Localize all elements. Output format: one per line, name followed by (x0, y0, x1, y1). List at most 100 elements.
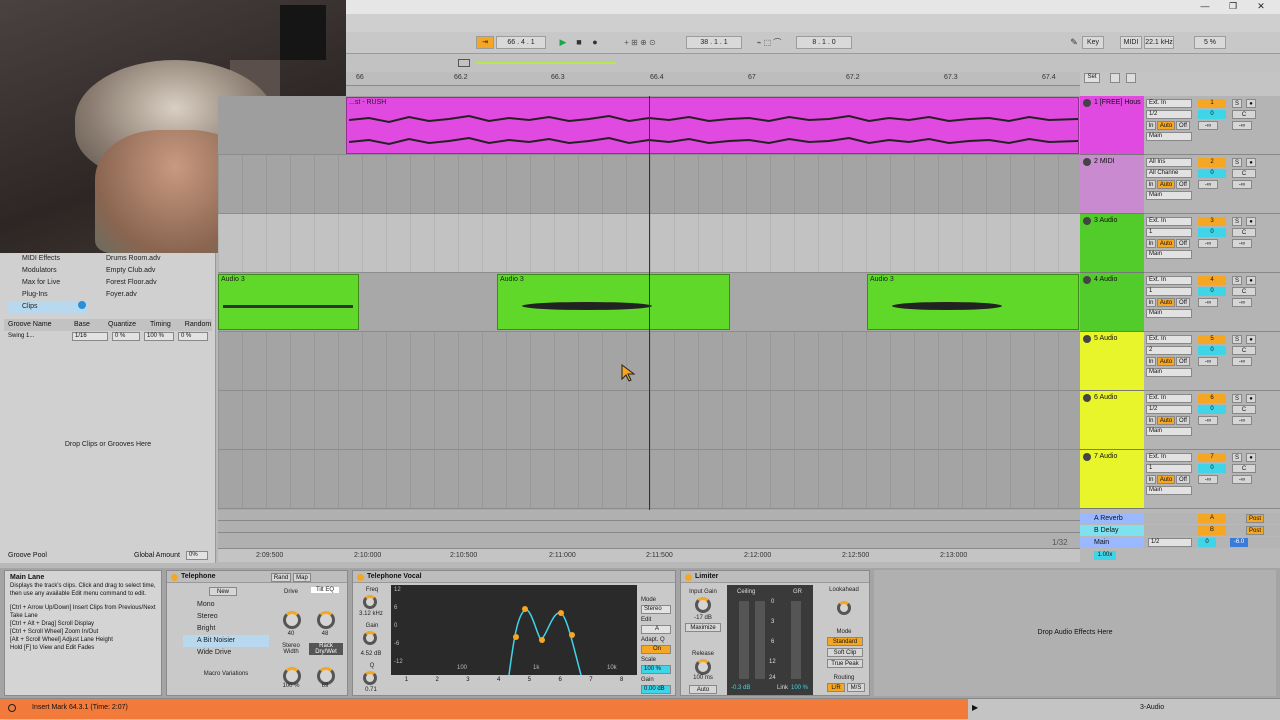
list-item[interactable]: A Bit Noisier (183, 635, 269, 647)
lookahead-knob[interactable] (837, 601, 851, 615)
arm-button[interactable]: ● (1246, 99, 1256, 108)
audio-clip[interactable]: Audio 3 (867, 274, 1079, 330)
master-channel[interactable]: 1/2 (1148, 538, 1192, 547)
places-item[interactable]: Plug-Ins (8, 289, 88, 301)
volume-field[interactable]: 0 (1198, 346, 1226, 355)
input-channel-select[interactable]: 2 (1146, 346, 1192, 355)
monitor-in-button[interactable]: In (1146, 239, 1156, 248)
device-power-icon[interactable] (357, 574, 364, 581)
record-icon[interactable]: ● (588, 36, 602, 49)
arm-button[interactable]: ● (1246, 158, 1256, 167)
track-header[interactable]: 7 Audio (1080, 450, 1144, 509)
arm-button[interactable]: ● (1246, 276, 1256, 285)
solo-button[interactable]: S (1232, 99, 1242, 108)
send-field[interactable]: -∞ (1232, 416, 1252, 425)
scale-value[interactable]: 100 % (641, 665, 671, 674)
maximize-button[interactable]: Maximize (685, 623, 721, 632)
overview-handle[interactable] (458, 59, 470, 67)
volume-field[interactable]: 0 (1198, 287, 1226, 296)
audio-clip[interactable]: Audio 3 (218, 274, 359, 330)
master-track-header[interactable]: Main (1080, 537, 1144, 548)
arrangement-position[interactable]: 66 . 4 . 1 (496, 36, 546, 49)
track-activator[interactable]: 3 (1198, 217, 1226, 226)
device-power-icon[interactable] (171, 574, 178, 581)
arrangement-view[interactable]: ...st - RUSH Audio 3 Audio 3 Audio 3 (218, 96, 1080, 510)
input-type-select[interactable]: Ext. In (1146, 276, 1192, 285)
link-value[interactable]: 100 % (791, 685, 808, 691)
track-name[interactable]: 7 Audio (1094, 453, 1117, 460)
band-button[interactable]: 5 (528, 677, 531, 693)
send-field[interactable]: -∞ (1198, 298, 1218, 307)
fold-icon[interactable] (1083, 276, 1091, 284)
send-field[interactable]: -∞ (1232, 180, 1252, 189)
track-name[interactable]: 4 Audio (1094, 276, 1117, 283)
monitor-off-button[interactable]: Off (1176, 121, 1190, 130)
rand-button[interactable]: Rand (271, 573, 291, 582)
arm-button[interactable]: ● (1246, 453, 1256, 462)
freq-knob[interactable] (363, 595, 377, 609)
volume-field[interactable]: 0 (1198, 228, 1226, 237)
send-field[interactable]: -∞ (1198, 121, 1218, 130)
volume-field[interactable]: 0 (1198, 169, 1226, 178)
rack-dry-wet-label[interactable]: Rack Dry/Wet (309, 643, 343, 655)
track-activator[interactable]: 4 (1198, 276, 1226, 285)
global-amount-field[interactable]: 0% (186, 551, 208, 560)
pan-field[interactable]: C (1232, 287, 1256, 296)
arm-button[interactable]: ● (1246, 217, 1256, 226)
places-item[interactable]: Clips (8, 301, 88, 313)
routing-lr-button[interactable]: L/R (827, 683, 845, 692)
list-item[interactable]: Mono (183, 599, 269, 611)
play-icon[interactable]: ▶ (556, 36, 570, 49)
track-header[interactable]: 6 Audio (1080, 391, 1144, 450)
routing-ms-button[interactable]: M/S (847, 683, 865, 692)
loop-start[interactable]: 38 . 1 . 1 (686, 36, 742, 49)
time-ruler[interactable]: 2:09:500 2:10:000 2:10:500 2:11:000 2:11… (218, 548, 1080, 562)
lock-icon[interactable] (1126, 73, 1136, 83)
zoom-field[interactable]: 1.00x (1094, 551, 1116, 560)
solo-button[interactable]: S (1232, 276, 1242, 285)
map-button[interactable]: Map (293, 573, 311, 582)
track-header[interactable]: 4 Audio (1080, 273, 1144, 332)
groove-base[interactable]: 1/16 (72, 332, 108, 341)
eq-edit-value[interactable]: A (641, 625, 671, 634)
fold-icon[interactable] (1083, 158, 1091, 166)
solo-button[interactable]: S (1232, 217, 1242, 226)
eq-mode-select[interactable]: Stereo (641, 605, 671, 614)
monitor-auto-button[interactable]: Auto (1157, 239, 1175, 248)
list-item[interactable]: Wide Drive (183, 647, 269, 659)
q-knob[interactable] (363, 671, 377, 685)
beat-ruler[interactable]: 66 66.2 66.3 66.4 67 67.2 67.3 67.4 (346, 72, 1080, 86)
monitor-in-button[interactable]: In (1146, 121, 1156, 130)
places-item[interactable]: Modulators (8, 265, 88, 277)
solo-button[interactable]: S (1232, 335, 1242, 344)
input-channel-select[interactable]: 1/2 (1146, 110, 1192, 119)
close-icon[interactable]: ✕ (1254, 1, 1268, 13)
return-track-header[interactable]: A Reverb (1080, 513, 1144, 524)
overview-strip[interactable] (346, 54, 1280, 72)
send-field[interactable]: -∞ (1198, 239, 1218, 248)
monitor-off-button[interactable]: Off (1176, 180, 1190, 189)
tilt-knob[interactable] (317, 611, 335, 629)
ceiling-meter[interactable] (739, 601, 749, 679)
overdub-controls[interactable]: + ⊞ ⊕ ⊙ (610, 36, 670, 49)
fold-icon[interactable] (1083, 217, 1091, 225)
input-type-select[interactable]: Ext. In (1146, 453, 1192, 462)
input-channel-select[interactable]: 1/2 (1146, 405, 1192, 414)
track-header[interactable]: 3 Audio (1080, 214, 1144, 273)
solo-button[interactable]: S (1232, 158, 1242, 167)
ceiling-value[interactable]: -0.3 dB (731, 685, 750, 691)
output-select[interactable]: Main (1146, 486, 1192, 495)
minimize-icon[interactable]: — (1198, 1, 1212, 13)
places-item[interactable]: Max for Live (8, 277, 88, 289)
input-channel-select[interactable]: 1 (1146, 287, 1192, 296)
monitor-off-button[interactable]: Off (1176, 298, 1190, 307)
send-field[interactable]: -∞ (1232, 357, 1252, 366)
loop-length[interactable]: 8 . 1 . 0 (796, 36, 852, 49)
file-item[interactable]: Drums Room.adv (94, 253, 212, 265)
monitor-auto-button[interactable]: Auto (1157, 357, 1175, 366)
eq-display[interactable]: 12 6 0 -6 -12 100 1k 10k (391, 585, 637, 675)
output-select[interactable]: Main (1146, 191, 1192, 200)
input-type-select[interactable]: All Ins (1146, 158, 1192, 167)
track-name[interactable]: 1 [FREE] Hous (1094, 99, 1141, 106)
table-row[interactable]: Swing 1... 1/16 0 % 100 % 0 % (4, 331, 212, 342)
